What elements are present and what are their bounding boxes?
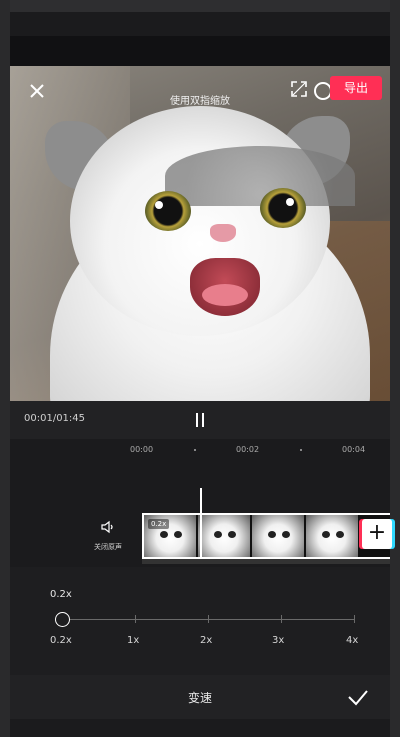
ruler-tick: 00:00 bbox=[130, 445, 154, 454]
cat-head-image bbox=[70, 106, 355, 336]
pause-icon bbox=[196, 413, 198, 427]
thumb-eye bbox=[174, 531, 182, 538]
speaker-icon bbox=[101, 520, 113, 534]
speed-marker bbox=[354, 615, 355, 623]
clip-speed-badge: 0.2x bbox=[148, 519, 170, 529]
panel-title: 变速 bbox=[187, 691, 212, 705]
fullscreen-icon bbox=[291, 81, 307, 97]
speed-mark-label: 1x bbox=[127, 635, 140, 646]
panel-footer: 变速 bbox=[10, 675, 390, 719]
speed-marker bbox=[281, 615, 282, 623]
cat-left-eye bbox=[145, 191, 191, 231]
thumb-eye bbox=[322, 531, 330, 538]
thumb-eye bbox=[160, 531, 168, 538]
thumb-eye bbox=[282, 531, 290, 538]
speed-mark-label: 4x bbox=[346, 635, 359, 646]
thumb-eye bbox=[268, 531, 276, 538]
clip-thumbnail bbox=[306, 515, 358, 557]
audio-track-bar bbox=[142, 559, 390, 564]
timeline-ruler[interactable]: 00:00 00:02 00:04 bbox=[10, 439, 390, 461]
speed-panel: 0.2x 0.2x 1x 2x 3x 4x 变速 bbox=[10, 567, 390, 737]
checkmark-icon bbox=[348, 690, 368, 706]
timeline-playhead[interactable] bbox=[200, 488, 202, 564]
status-strip bbox=[10, 0, 390, 12]
thumb-eye bbox=[228, 531, 236, 538]
mute-original-audio-button[interactable]: 关闭原声 bbox=[88, 519, 128, 555]
eye-shine bbox=[286, 198, 294, 206]
ruler-tick: 00:02 bbox=[236, 445, 260, 454]
pause-button[interactable] bbox=[194, 413, 206, 427]
cat-tongue bbox=[202, 284, 248, 306]
pause-icon bbox=[202, 413, 204, 427]
confirm-button[interactable] bbox=[346, 685, 370, 709]
fullscreen-button[interactable] bbox=[290, 80, 308, 98]
speed-mark-label: 2x bbox=[200, 635, 213, 646]
speed-marker bbox=[208, 615, 209, 623]
bottom-spacer bbox=[10, 719, 390, 737]
export-button[interactable]: 导出 bbox=[330, 76, 382, 100]
thumb-eye bbox=[336, 531, 344, 538]
playback-bar: 00:01/01:45 bbox=[10, 401, 390, 439]
ruler-dot bbox=[194, 449, 196, 451]
thumb-eye bbox=[214, 531, 222, 538]
cat-right-eye bbox=[260, 188, 306, 228]
ruler-tick: 00:04 bbox=[342, 445, 366, 454]
mute-label: 关闭原声 bbox=[94, 543, 122, 551]
video-clip[interactable]: 0.2x bbox=[142, 513, 390, 559]
clip-thumbnail bbox=[198, 515, 250, 557]
speed-slider-thumb[interactable] bbox=[55, 612, 70, 627]
clip-thumbnail bbox=[252, 515, 304, 557]
speed-mark-label: 0.2x bbox=[50, 635, 72, 646]
playback-time: 00:01/01:45 bbox=[24, 413, 86, 424]
cat-fur-patch bbox=[165, 146, 355, 206]
speed-marker bbox=[135, 615, 136, 623]
ruler-dot bbox=[300, 449, 302, 451]
video-preview[interactable]: 使用双指缩放 导出 bbox=[10, 66, 390, 401]
video-editor-screen: 使用双指缩放 导出 00:01/01:45 00:00 00:02 00:04 bbox=[10, 0, 392, 737]
speed-mark-label: 3x bbox=[272, 635, 285, 646]
current-speed-value: 0.2x bbox=[50, 589, 72, 600]
cat-nose bbox=[210, 224, 236, 242]
add-clip-button[interactable]: + bbox=[362, 519, 392, 549]
eye-shine bbox=[155, 201, 163, 209]
top-bar bbox=[10, 36, 390, 66]
